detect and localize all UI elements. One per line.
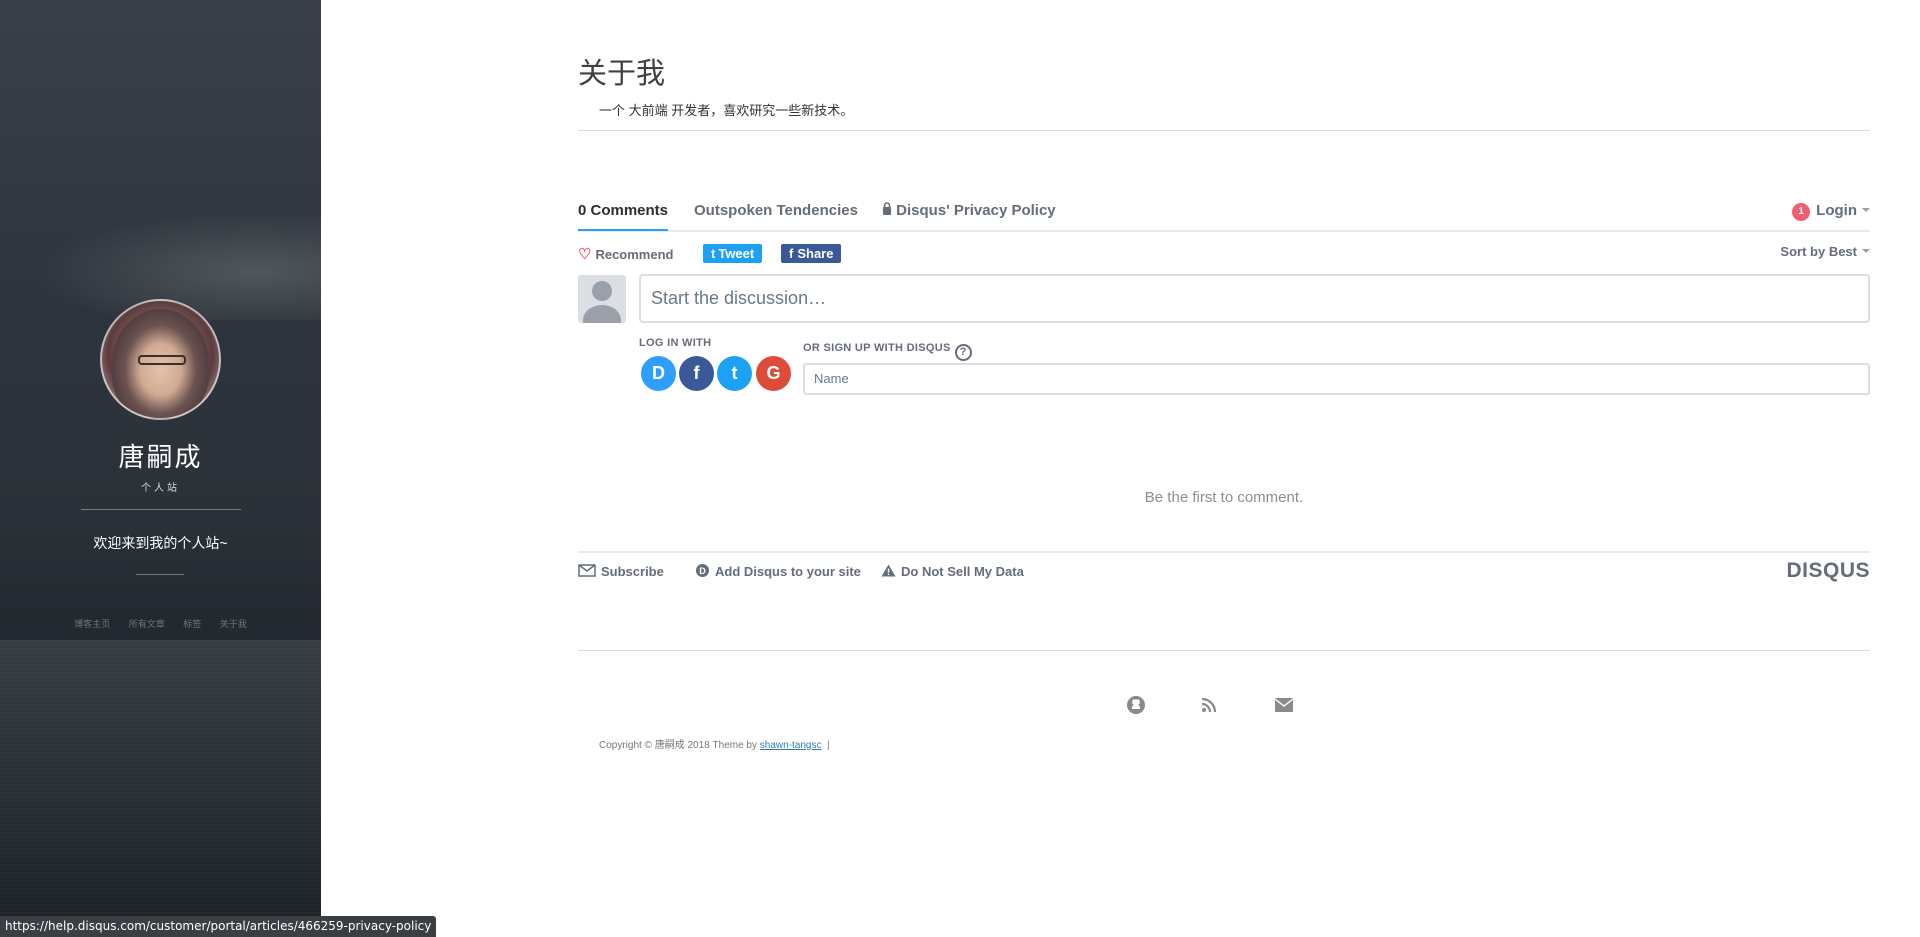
divider: [578, 650, 1870, 651]
disqus-login-icon[interactable]: D: [641, 356, 676, 391]
empty-comments-message: Be the first to comment.: [1144, 489, 1304, 506]
tab-privacy-label: Disqus' Privacy Policy: [896, 202, 1056, 219]
add-disqus-label: Add Disqus to your site: [715, 564, 861, 579]
login-with-label: LOG IN WITH: [639, 337, 712, 349]
sidebar-item-home[interactable]: 博客主页: [74, 619, 110, 629]
divider: [136, 574, 184, 575]
avatar-glasses: [138, 355, 186, 365]
help-icon[interactable]: ?: [954, 344, 972, 361]
signup-text: OR SIGN UP WITH DISQUS: [803, 342, 951, 354]
divider: [81, 509, 241, 510]
site-name[interactable]: 唐嗣成: [0, 437, 321, 474]
recommend-button[interactable]: ♡ Recommend: [578, 245, 673, 263]
mail-icon[interactable]: [1272, 693, 1296, 717]
tab-comments[interactable]: 0 Comments: [578, 202, 669, 231]
sidebar-background-sea: [0, 640, 321, 937]
tab-privacy-policy[interactable]: Disqus' Privacy Policy: [882, 202, 1056, 219]
avatar[interactable]: [100, 299, 221, 420]
page-title: 关于我: [578, 56, 666, 90]
sidebar-nav: 博客主页 所有文章 标签 关于我: [0, 617, 321, 630]
heart-icon: ♡: [578, 246, 592, 263]
do-not-sell-label: Do Not Sell My Data: [901, 564, 1024, 579]
facebook-login-icon[interactable]: f: [679, 356, 714, 391]
tab-community[interactable]: Outspoken Tendencies: [694, 202, 858, 219]
social-links: [578, 693, 1870, 717]
twitter-login-icon[interactable]: t: [717, 356, 752, 391]
welcome-text: 欢迎来到我的个人站~: [93, 535, 228, 551]
twitter-icon: t: [711, 246, 716, 261]
github-icon[interactable]: [1124, 693, 1148, 717]
subscribe-label: Subscribe: [601, 564, 664, 579]
disqus-tabs: 0 Comments Outspoken Tendencies Disqus' …: [578, 193, 1870, 232]
lock-icon: [882, 202, 896, 219]
share-label: Share: [797, 246, 834, 261]
warning-icon: [881, 563, 896, 579]
envelope-icon: [578, 563, 596, 579]
disqus-thread: 0 Comments Outspoken Tendencies Disqus' …: [578, 193, 1870, 582]
disqus-logo[interactable]: DISQUS: [1786, 559, 1870, 583]
disqus-actions: ♡ Recommend t Tweet f Share Sort by Best: [578, 232, 1870, 274]
separator: |: [827, 740, 830, 751]
do-not-sell-link[interactable]: Do Not Sell My Data: [881, 563, 1024, 579]
sidebar-item-about[interactable]: 关于我: [220, 619, 247, 629]
add-disqus-link[interactable]: D Add Disqus to your site: [695, 563, 861, 579]
divider: [578, 130, 1870, 131]
disqus-d-icon: D: [695, 563, 710, 579]
comment-composer: Start the discussion… LOG IN WITH D f t …: [578, 274, 1870, 414]
author-link[interactable]: shawn-tangsc: [760, 740, 822, 751]
avatar-head: [592, 281, 612, 301]
tweet-label: Tweet: [718, 246, 755, 261]
recommend-label: Recommend: [595, 247, 674, 262]
sidebar: 唐嗣成 个人站 欢迎来到我的个人站~ 博客主页 所有文章 标签 关于我: [0, 0, 321, 937]
sort-label: Sort by Best: [1780, 244, 1857, 259]
notification-badge: 1: [1792, 203, 1811, 221]
google-login-icon[interactable]: G: [756, 356, 791, 391]
chevron-down-icon: [1862, 249, 1870, 253]
login-menu[interactable]: 1 Login: [1792, 202, 1870, 221]
sidebar-item-all-posts[interactable]: 所有文章: [129, 619, 165, 629]
facebook-icon: f: [789, 246, 794, 261]
page-description: 一个 大前端 开发者，喜欢研究一些新技术。: [599, 103, 854, 118]
comment-input[interactable]: Start the discussion…: [639, 274, 1870, 323]
signup-label: OR SIGN UP WITH DISQUS?: [803, 342, 972, 361]
user-avatar: [578, 275, 626, 323]
sort-dropdown[interactable]: Sort by Best: [1780, 244, 1870, 259]
svg-text:D: D: [699, 566, 706, 576]
status-bar-url: https://help.disqus.com/customer/portal/…: [0, 916, 437, 937]
share-button[interactable]: f Share: [781, 244, 842, 263]
login-label: Login: [1816, 202, 1857, 219]
disqus-footer: Subscribe D Add Disqus to your site Do N…: [578, 551, 1870, 591]
avatar-body: [583, 305, 621, 323]
tweet-button[interactable]: t Tweet: [703, 244, 763, 263]
name-field[interactable]: Name: [803, 363, 1870, 395]
chevron-down-icon: [1862, 208, 1870, 212]
site-subtitle: 个人站: [141, 483, 180, 494]
sidebar-item-tags[interactable]: 标签: [183, 619, 201, 629]
copyright-text: Copyright © 唐嗣成 2018 Theme by: [599, 740, 760, 751]
copyright: Copyright © 唐嗣成 2018 Theme by shawn-tang…: [599, 736, 830, 751]
rss-icon[interactable]: [1197, 693, 1221, 717]
subscribe-link[interactable]: Subscribe: [578, 563, 664, 579]
